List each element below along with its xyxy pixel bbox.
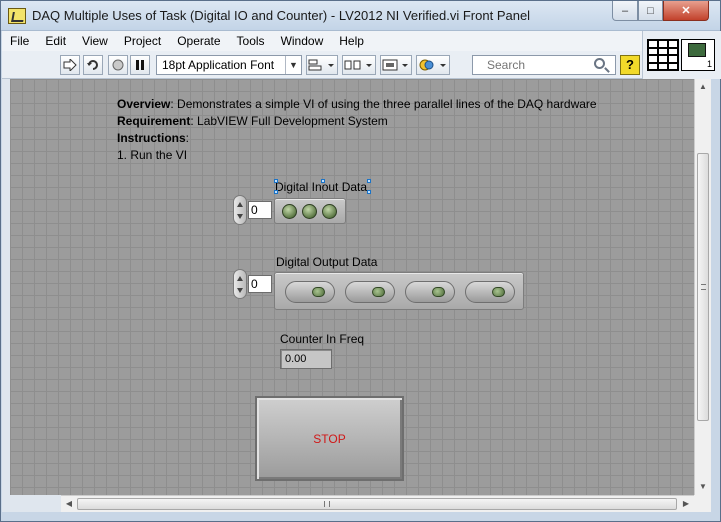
scroll-right-icon[interactable]: ▶ (678, 496, 694, 512)
horizontal-scroll-thumb[interactable] (77, 498, 677, 510)
scroll-up-icon[interactable]: ▲ (695, 79, 711, 95)
menu-help[interactable]: Help (331, 34, 372, 48)
menu-tools[interactable]: Tools (229, 34, 273, 48)
menu-operate[interactable]: Operate (169, 34, 228, 48)
panel-left-edge (2, 79, 10, 495)
vi-icon-graphic (688, 43, 706, 57)
context-help-button[interactable]: ? (620, 55, 640, 75)
description-text: Overview: Demonstrates a simple VI of us… (117, 96, 597, 164)
labview-app-icon (8, 8, 26, 24)
resize-objects-button[interactable] (380, 55, 412, 75)
instructions-label: Instructions (117, 131, 186, 145)
switch-indicator (312, 287, 325, 297)
requirement-text: : LabVIEW Full Development System (190, 114, 388, 128)
reorder-button[interactable] (416, 55, 450, 75)
stop-sign-icon (112, 59, 124, 71)
search-input[interactable] (473, 56, 583, 74)
led-indicator (302, 204, 317, 219)
minimize-button[interactable]: – (612, 1, 638, 21)
instructions-suffix: : (185, 131, 190, 145)
digital-input-index[interactable]: 0 (233, 195, 275, 225)
overview-text: : Demonstrates a simple VI of using the … (170, 97, 597, 111)
vertical-scrollbar[interactable]: ▲ ▼ (694, 79, 711, 495)
connector-pane[interactable] (647, 39, 679, 71)
switch-indicator (492, 287, 505, 297)
selection-handle[interactable] (367, 190, 371, 194)
switch-indicator (372, 287, 385, 297)
overview-line: Overview: Demonstrates a simple VI of us… (117, 96, 597, 113)
run-continuously-icon (87, 60, 98, 70)
counter-freq-label: Counter In Freq (280, 332, 365, 346)
selection-handle[interactable] (367, 179, 371, 183)
digital-output-label: Digital Output Data (276, 255, 378, 269)
instructions-line: Instructions: (117, 130, 597, 147)
index-increment-decrement[interactable] (233, 269, 247, 299)
requirement-label: Requirement (117, 114, 191, 128)
align-objects-button[interactable] (306, 55, 338, 75)
maximize-button[interactable]: □ (638, 1, 663, 21)
vi-icon-number: 1 (706, 59, 712, 69)
vertical-scroll-thumb[interactable] (697, 153, 709, 421)
toolbar: 18pt Application Font ▼ ? (2, 51, 642, 79)
pause-icon (136, 60, 144, 70)
window-title: DAQ Multiple Uses of Task (Digital IO an… (32, 8, 531, 23)
boolean-switch[interactable] (465, 281, 515, 303)
requirement-line: Requirement: LabVIEW Full Development Sy… (117, 113, 597, 130)
align-objects-icon (308, 59, 334, 71)
distribute-objects-icon (344, 60, 372, 70)
selection-handle[interactable] (274, 190, 278, 194)
labview-window: DAQ Multiple Uses of Task (Digital IO an… (0, 0, 721, 522)
font-selector-value: 18pt Application Font (162, 58, 275, 72)
digital-input-index-value[interactable]: 0 (248, 201, 272, 219)
reorder-icon (419, 59, 446, 71)
vi-icon[interactable]: 1 (681, 39, 715, 71)
led-indicator (282, 204, 297, 219)
grip-icon (701, 284, 706, 290)
menu-edit[interactable]: Edit (37, 34, 74, 48)
grip-icon (324, 501, 330, 507)
counter-freq-indicator: 0.00 (280, 349, 332, 369)
close-button[interactable]: ✕ (663, 1, 709, 21)
digital-output-array (274, 272, 524, 310)
menu-bar: File Edit View Project Operate Tools Win… (2, 31, 642, 51)
run-button[interactable] (60, 55, 80, 75)
bottom-left-area (2, 495, 61, 512)
digital-input-array (274, 198, 346, 224)
run-arrow-icon (63, 59, 77, 71)
resize-objects-icon (382, 59, 408, 71)
digital-output-index-value[interactable]: 0 (248, 275, 272, 293)
digital-output-index[interactable]: 0 (233, 269, 275, 299)
distribute-objects-button[interactable] (342, 55, 376, 75)
index-increment-decrement[interactable] (233, 195, 247, 225)
abort-button[interactable] (108, 55, 128, 75)
menu-window[interactable]: Window (273, 34, 332, 48)
menu-view[interactable]: View (74, 34, 116, 48)
stop-button[interactable]: STOP (255, 396, 404, 481)
menu-project[interactable]: Project (116, 34, 169, 48)
overview-label: Overview (117, 97, 171, 111)
pause-button[interactable] (130, 55, 150, 75)
boolean-switch[interactable] (285, 281, 335, 303)
boolean-switch[interactable] (405, 281, 455, 303)
front-panel: Overview: Demonstrates a simple VI of us… (10, 79, 694, 495)
connector-pane-area: 1 (642, 31, 721, 79)
led-indicator (322, 204, 337, 219)
menu-file[interactable]: File (2, 34, 37, 48)
run-continuously-button[interactable] (83, 55, 103, 75)
switch-indicator (432, 287, 445, 297)
scroll-corner (694, 495, 711, 512)
selection-handle[interactable] (321, 179, 325, 183)
boolean-switch[interactable] (345, 281, 395, 303)
scroll-left-icon[interactable]: ◀ (61, 496, 77, 512)
selection-handle[interactable] (274, 179, 278, 183)
font-selector[interactable]: 18pt Application Font ▼ (156, 55, 302, 75)
search-box[interactable] (472, 55, 616, 75)
horizontal-scrollbar[interactable]: ◀ ▶ (61, 495, 694, 512)
instruction-step-1: 1. Run the VI (117, 148, 188, 162)
scroll-down-icon[interactable]: ▼ (695, 479, 711, 495)
search-icon (594, 58, 605, 69)
chevron-down-icon: ▼ (285, 56, 301, 74)
title-bar[interactable]: DAQ Multiple Uses of Task (Digital IO an… (1, 1, 720, 31)
